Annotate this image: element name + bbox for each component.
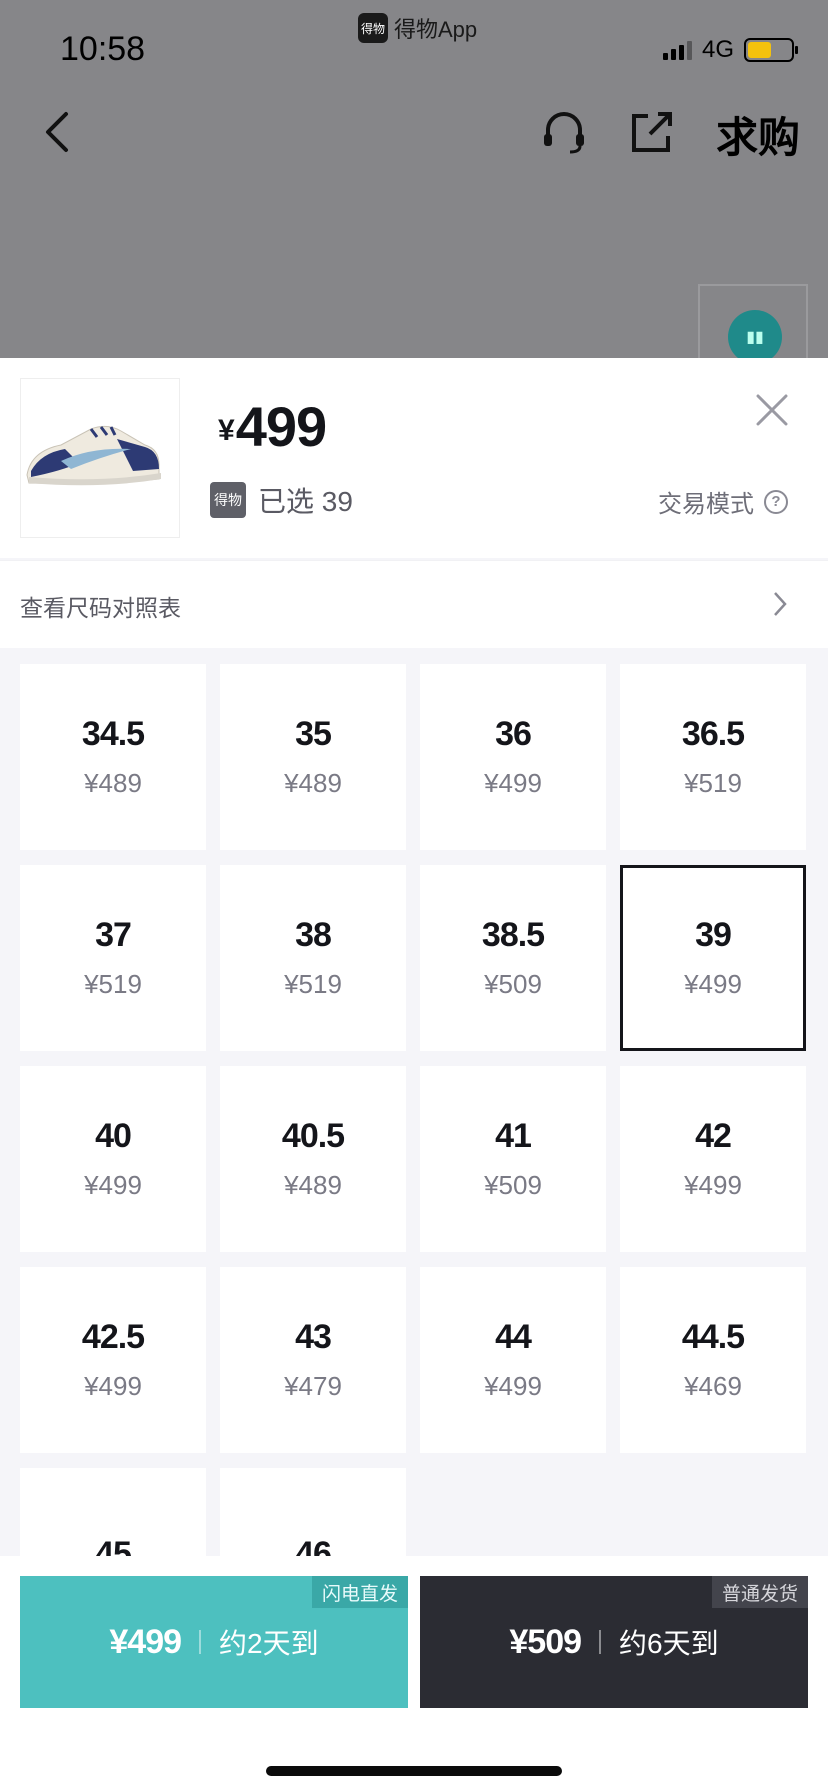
help-icon: ?	[764, 489, 788, 514]
size-price: ¥509	[484, 969, 542, 999]
selected-size-text: 已选 39	[258, 486, 353, 517]
size-grid: 34.5 ¥489 35 ¥489 36 ¥499 36.5 ¥519 37 ¥519 38 ¥519…	[20, 664, 808, 1654]
size-option[interactable]: 38 ¥519	[220, 865, 406, 1051]
status-app-name: 得物App	[394, 17, 478, 42]
product-price: ¥499	[218, 395, 327, 458]
close-icon[interactable]	[754, 392, 790, 428]
size-price: ¥499	[84, 1371, 142, 1401]
network-label: 4G	[701, 36, 734, 63]
size-value: 42	[695, 1117, 732, 1155]
home-indicator	[266, 1766, 562, 1776]
signal-icon	[662, 40, 692, 60]
size-value: 36.5	[681, 715, 745, 753]
size-value: 44.5	[681, 1318, 745, 1356]
size-option[interactable]: 36 ¥499	[420, 664, 606, 850]
size-value: 38	[295, 916, 332, 954]
size-option[interactable]: 42 ¥499	[620, 1066, 806, 1252]
size-price: ¥489	[284, 1170, 342, 1200]
sheet-header: ¥499 得物 已选 39 交易模式 ?	[0, 358, 828, 558]
size-option[interactable]: 44 ¥499	[420, 1267, 606, 1453]
size-value: 41	[495, 1117, 532, 1155]
size-value: 34.5	[81, 715, 145, 753]
product-thumbnail	[20, 378, 180, 538]
size-option[interactable]: 39 ¥499	[620, 865, 806, 1051]
dewu-badge: 得物	[210, 482, 246, 518]
size-option[interactable]: 41 ¥509	[420, 1066, 606, 1252]
flash-tag: 闪电直发	[311, 1576, 408, 1608]
trade-mode-link[interactable]: 交易模式 ?	[658, 484, 788, 519]
size-price: ¥499	[484, 768, 542, 798]
customer-service-icon[interactable]	[540, 108, 588, 156]
trade-mode-label: 交易模式	[658, 491, 754, 518]
size-price: ¥499	[684, 969, 742, 999]
selected-size-row: 得物 已选 39	[210, 480, 353, 520]
app-logo-icon: 得物	[358, 13, 388, 43]
chart-icon: ▮▮	[728, 310, 782, 364]
size-price: ¥489	[84, 768, 142, 798]
normal-tag: 普通发货	[711, 1576, 808, 1608]
size-option[interactable]: 44.5 ¥469	[620, 1267, 806, 1453]
size-price: ¥509	[484, 1170, 542, 1200]
size-value: 40.5	[281, 1117, 345, 1155]
size-value: 44	[495, 1318, 532, 1356]
size-price: ¥499	[484, 1371, 542, 1401]
flash-delivery-button[interactable]: 闪电直发 ¥499 约2天到	[20, 1576, 408, 1708]
normal-eta: 约6天到	[619, 1628, 719, 1659]
back-icon[interactable]	[38, 108, 78, 156]
size-price: ¥489	[284, 768, 342, 798]
size-option[interactable]: 40 ¥499	[20, 1066, 206, 1252]
size-price: ¥519	[84, 969, 142, 999]
size-chart-label: 查看尺码对照表	[20, 595, 181, 621]
size-option[interactable]: 34.5 ¥489	[20, 664, 206, 850]
status-time: 10:58	[60, 30, 146, 68]
size-option[interactable]: 37 ¥519	[20, 865, 206, 1051]
size-option[interactable]: 36.5 ¥519	[620, 664, 806, 850]
share-icon[interactable]	[628, 108, 676, 156]
size-option[interactable]: 43 ¥479	[220, 1267, 406, 1453]
size-value: 35	[295, 715, 332, 753]
floating-button[interactable]: ▮▮	[698, 284, 808, 364]
size-option[interactable]: 38.5 ¥509	[420, 865, 606, 1051]
chevron-right-icon	[774, 592, 787, 616]
size-value: 37	[95, 916, 132, 954]
size-price: ¥519	[284, 969, 342, 999]
dimmed-background: 10:58 得物 得物App 4G 求购 ▮▮	[0, 0, 828, 364]
size-price: ¥469	[684, 1371, 742, 1401]
size-value: 43	[295, 1318, 332, 1356]
size-price: ¥479	[284, 1371, 342, 1401]
normal-delivery-button[interactable]: 普通发货 ¥509 约6天到	[420, 1576, 808, 1708]
size-price: ¥519	[684, 768, 742, 798]
size-value: 38.5	[481, 916, 545, 954]
normal-price: ¥509	[509, 1622, 582, 1661]
divider	[199, 1630, 202, 1654]
flash-eta: 约2天到	[219, 1628, 319, 1659]
size-value: 39	[695, 916, 732, 954]
status-right: 4G	[662, 36, 798, 64]
size-value: 42.5	[81, 1318, 145, 1356]
status-app-indicator: 得物 得物App	[358, 12, 477, 44]
size-value: 36	[495, 715, 532, 753]
size-price: ¥499	[684, 1170, 742, 1200]
seek-button[interactable]: 求购	[716, 104, 800, 165]
size-option[interactable]: 42.5 ¥499	[20, 1267, 206, 1453]
size-chart-row[interactable]: 查看尺码对照表	[0, 560, 828, 648]
buy-bar: 闪电直发 ¥499 约2天到 普通发货 ¥509 约6天到	[0, 1556, 828, 1792]
battery-icon	[744, 38, 798, 62]
flash-price: ¥499	[109, 1622, 182, 1661]
size-price: ¥499	[84, 1170, 142, 1200]
size-option[interactable]: 40.5 ¥489	[220, 1066, 406, 1252]
size-option[interactable]: 35 ¥489	[220, 664, 406, 850]
divider	[599, 1630, 602, 1654]
size-value: 40	[95, 1117, 132, 1155]
